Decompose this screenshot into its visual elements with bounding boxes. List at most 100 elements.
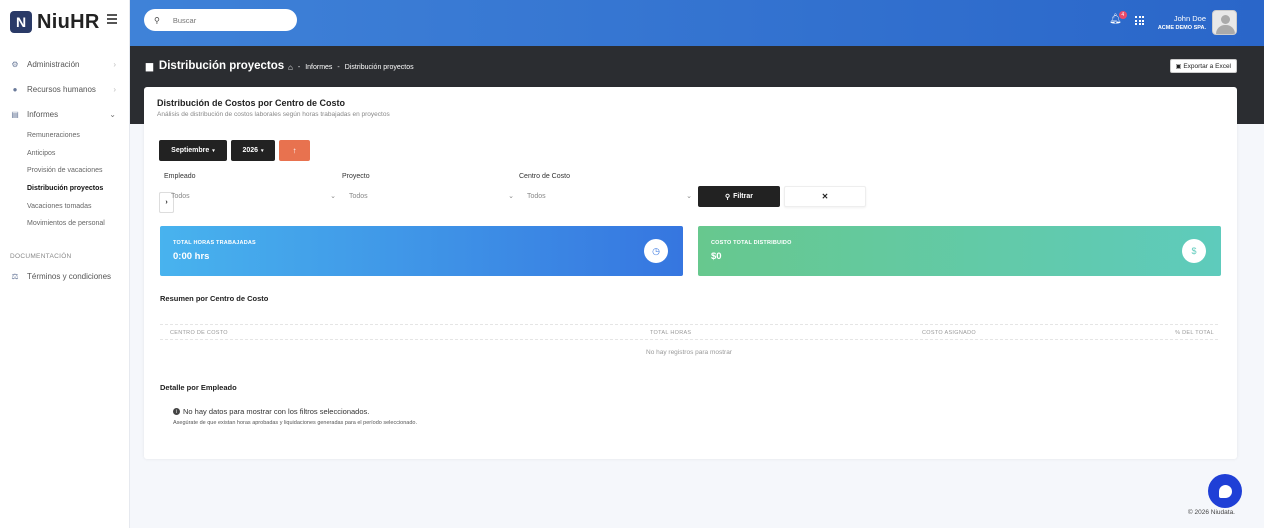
user-company: ACME DEMO SPA. xyxy=(1157,25,1206,31)
caret-down-icon: ▾ xyxy=(261,147,264,154)
brand-name: NiuHR xyxy=(37,10,100,33)
sidebar-item-label: Administración xyxy=(27,60,80,69)
search-input[interactable] xyxy=(172,15,283,25)
user-name: John Doe xyxy=(1173,14,1206,23)
sidebar-item-terminos[interactable]: ⚖ Términos y condiciones xyxy=(0,264,130,289)
column-header[interactable]: CENTRO DE COSTO xyxy=(170,330,228,336)
summary-table-header: CENTRO DE COSTO TOTAL HORAS COSTO ASIGNA… xyxy=(160,324,1218,340)
notification-badge: 4 xyxy=(1118,11,1127,19)
no-data-text: No hay datos para mostrar con los filtro… xyxy=(183,407,370,416)
proyecto-select[interactable]: Todos ⌄ xyxy=(342,188,514,204)
sidebar-subitem-vacaciones-tomadas[interactable]: Vacaciones tomadas xyxy=(27,197,130,215)
summary-title: Resumen por Centro de Costo xyxy=(160,294,269,303)
proyecto-label: Proyecto xyxy=(342,173,370,180)
column-header[interactable]: % DEL TOTAL xyxy=(1175,330,1214,336)
home-icon[interactable]: ⌂ xyxy=(288,63,293,72)
topbar: ⚲ 🔔︎ 4 John Doe ACME DEMO SPA. xyxy=(130,0,1264,46)
proyecto-value: Todos xyxy=(349,192,368,200)
breadcrumb: ⌂ - Informes - Distribución proyectos xyxy=(288,63,414,72)
gears-icon: ⚙ xyxy=(11,60,19,69)
section-label-documentacion: DOCUMENTACIÓN xyxy=(10,253,72,261)
dollar-icon: $ xyxy=(1182,239,1206,263)
year-label: 2026 xyxy=(242,147,259,154)
sidebar-item-label: Términos y condiciones xyxy=(27,271,112,281)
search-icon: ⚲ xyxy=(725,193,731,201)
total-cost-card: COSTO TOTAL DISTRIBUIDO $0 $ xyxy=(698,226,1221,276)
empleado-select[interactable]: Todos ⌄ xyxy=(164,188,336,204)
centro-costo-value: Todos xyxy=(527,192,546,200)
upload-button[interactable]: ↑ xyxy=(279,140,310,161)
user-icon: ● xyxy=(12,85,18,94)
caret-down-icon: ▾ xyxy=(212,147,215,154)
sidebar: N NiuHR ⚙ Administración › ● Recursos hu… xyxy=(0,0,130,528)
sidebar-item-administracion[interactable]: ⚙ Administración › xyxy=(0,52,130,77)
no-data-message: i No hay datos para mostrar con los filt… xyxy=(173,407,369,416)
hamburger-menu-icon[interactable] xyxy=(107,14,117,26)
search-box[interactable]: ⚲ xyxy=(144,9,297,31)
report-card: Distribución de Costos por Centro de Cos… xyxy=(144,87,1237,459)
notifications-bell-icon[interactable]: 🔔︎ 4 xyxy=(1109,11,1127,25)
sidebar-subitem-remuneraciones[interactable]: Remuneraciones xyxy=(27,127,130,145)
export-excel-button[interactable]: ▣ Exportar a Excel xyxy=(1169,59,1237,73)
period-selector: ‹ Septiembre▾ 2026▾ ↑ › xyxy=(159,140,310,213)
apps-grid-icon[interactable] xyxy=(1135,16,1144,25)
gavel-icon: ⚖ xyxy=(11,271,19,281)
chat-bubble-icon[interactable] xyxy=(1208,474,1242,508)
chevron-right-icon: › xyxy=(113,85,116,94)
card-title: Distribución de Costos por Centro de Cos… xyxy=(157,98,346,108)
sidebar-subitem-anticipos[interactable]: Anticipos xyxy=(27,145,130,163)
sidebar-subitem-distribucion-proyectos[interactable]: Distribución proyectos xyxy=(27,180,130,198)
logo-icon: N xyxy=(10,11,32,33)
chevron-down-icon: ⌄ xyxy=(109,110,116,119)
breadcrumb-separator: - xyxy=(337,64,340,71)
month-dropdown[interactable]: Septiembre ▾ xyxy=(159,140,227,161)
page-title: ▆ Distribución proyectos xyxy=(146,60,284,72)
chevron-down-icon: ⌄ xyxy=(508,193,514,200)
breadcrumb-separator: - xyxy=(297,64,301,71)
total-cost-value: $0 xyxy=(711,251,722,262)
search-icon: ⚲ xyxy=(154,15,160,25)
total-hours-value: 0:00 hrs xyxy=(173,251,210,262)
card-subtitle: Análisis de distribución de costos labor… xyxy=(157,111,390,118)
column-header[interactable]: TOTAL HORAS xyxy=(650,330,691,336)
document-icon: ▤ xyxy=(11,110,19,119)
filtrar-label: Filtrar xyxy=(733,193,753,200)
chevron-down-icon: ⌄ xyxy=(330,193,336,200)
sidebar-item-label: Informes xyxy=(27,110,59,119)
total-cost-label: COSTO TOTAL DISTRIBUIDO xyxy=(711,240,792,246)
file-icon: ▆ xyxy=(146,60,153,71)
year-dropdown[interactable]: 2026 ▾ xyxy=(231,140,275,161)
sidebar-item-recursos-humanos[interactable]: ● Recursos humanos › xyxy=(0,77,130,102)
detail-title: Detalle por Empleado xyxy=(160,383,237,392)
chevron-right-icon: › xyxy=(113,60,116,69)
empleado-value: Todos xyxy=(171,192,190,200)
user-info[interactable]: John Doe ACME DEMO SPA. xyxy=(1158,14,1206,31)
sidebar-nav: ⚙ Administración › ● Recursos humanos › … xyxy=(0,52,130,289)
column-header[interactable]: COSTO ASIGNADO xyxy=(922,330,976,336)
summary-empty-message: No hay registros para mostrar xyxy=(646,349,732,356)
empleado-label: Empleado xyxy=(164,173,196,180)
total-hours-card: TOTAL HORAS TRABAJADAS 0:00 hrs ◷ xyxy=(160,226,683,276)
export-label: Exportar a Excel xyxy=(1183,62,1231,70)
sidebar-subitem-provision-vacaciones[interactable]: Provisión de vacaciones xyxy=(27,162,130,180)
sidebar-item-informes[interactable]: ▤ Informes ⌄ xyxy=(0,102,130,127)
file-excel-icon: ▣ xyxy=(1175,63,1182,70)
footer-copyright: © 2026 Niudata. xyxy=(1187,509,1235,516)
centro-costo-select[interactable]: Todos ⌄ xyxy=(520,188,692,204)
centro-costo-label: Centro de Costo xyxy=(519,173,570,180)
info-circle-icon: i xyxy=(173,408,180,415)
clock-icon: ◷ xyxy=(644,239,668,263)
informes-submenu: Remuneraciones Anticipos Provisión de va… xyxy=(0,127,130,233)
month-label: Septiembre xyxy=(171,147,210,154)
sidebar-item-label: Recursos humanos xyxy=(27,85,96,94)
chevron-down-icon: ⌄ xyxy=(686,193,692,200)
breadcrumb-informes[interactable]: Informes xyxy=(305,64,332,71)
avatar[interactable] xyxy=(1212,10,1237,35)
breadcrumb-current: Distribución proyectos xyxy=(344,64,414,71)
sidebar-subitem-movimientos-personal[interactable]: Movimientos de personal xyxy=(27,215,130,233)
filtrar-button[interactable]: ⚲ Filtrar xyxy=(698,186,780,207)
upload-icon: ↑ xyxy=(292,146,297,155)
no-data-hint: Asegúrate de que existan horas aprobadas… xyxy=(173,420,418,426)
clear-filters-button[interactable]: ✕ xyxy=(784,186,866,207)
total-hours-label: TOTAL HORAS TRABAJADAS xyxy=(173,240,256,246)
